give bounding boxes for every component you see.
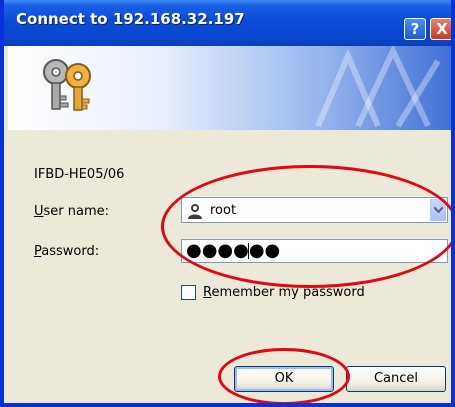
dialog-window: Connect to 192.168.32.197 ? X IFBD-HE05/…	[0, 0, 455, 407]
cancel-button[interactable]: Cancel	[346, 366, 446, 392]
username-label: User name:	[34, 204, 109, 219]
remember-password-checkbox[interactable]	[181, 285, 196, 300]
remember-label-rest: emember my password	[211, 285, 365, 300]
password-label: Password:	[34, 244, 99, 259]
password-label-rest: assword:	[41, 244, 100, 259]
username-value: root	[210, 203, 237, 218]
dropdown-arrow-button[interactable]	[430, 199, 446, 221]
help-button[interactable]: ?	[404, 18, 426, 40]
username-label-rest: ser name:	[43, 204, 110, 219]
username-combobox[interactable]: root	[181, 197, 448, 223]
banner-decoration	[315, 46, 441, 128]
close-button[interactable]: X	[430, 18, 451, 40]
window-title: Connect to 192.168.32.197	[16, 10, 245, 28]
ok-button[interactable]: OK	[234, 366, 334, 392]
password-field[interactable]: ●●●●●●	[181, 239, 448, 263]
realm-text: IFBD-HE05/06	[34, 167, 125, 182]
dropdown-arrow-icon	[434, 207, 443, 213]
remember-password-label[interactable]: Remember my password	[203, 285, 365, 300]
username-label-mnemonic: U	[34, 204, 44, 219]
user-icon	[188, 204, 202, 219]
annotation-ellipse-credentials	[161, 165, 451, 288]
title-bar[interactable]: Connect to 192.168.32.197 ? X	[4, 0, 451, 46]
text-caret	[248, 243, 249, 259]
keys-icon	[43, 59, 91, 111]
password-masked-value: ●●●●●●	[186, 240, 281, 261]
